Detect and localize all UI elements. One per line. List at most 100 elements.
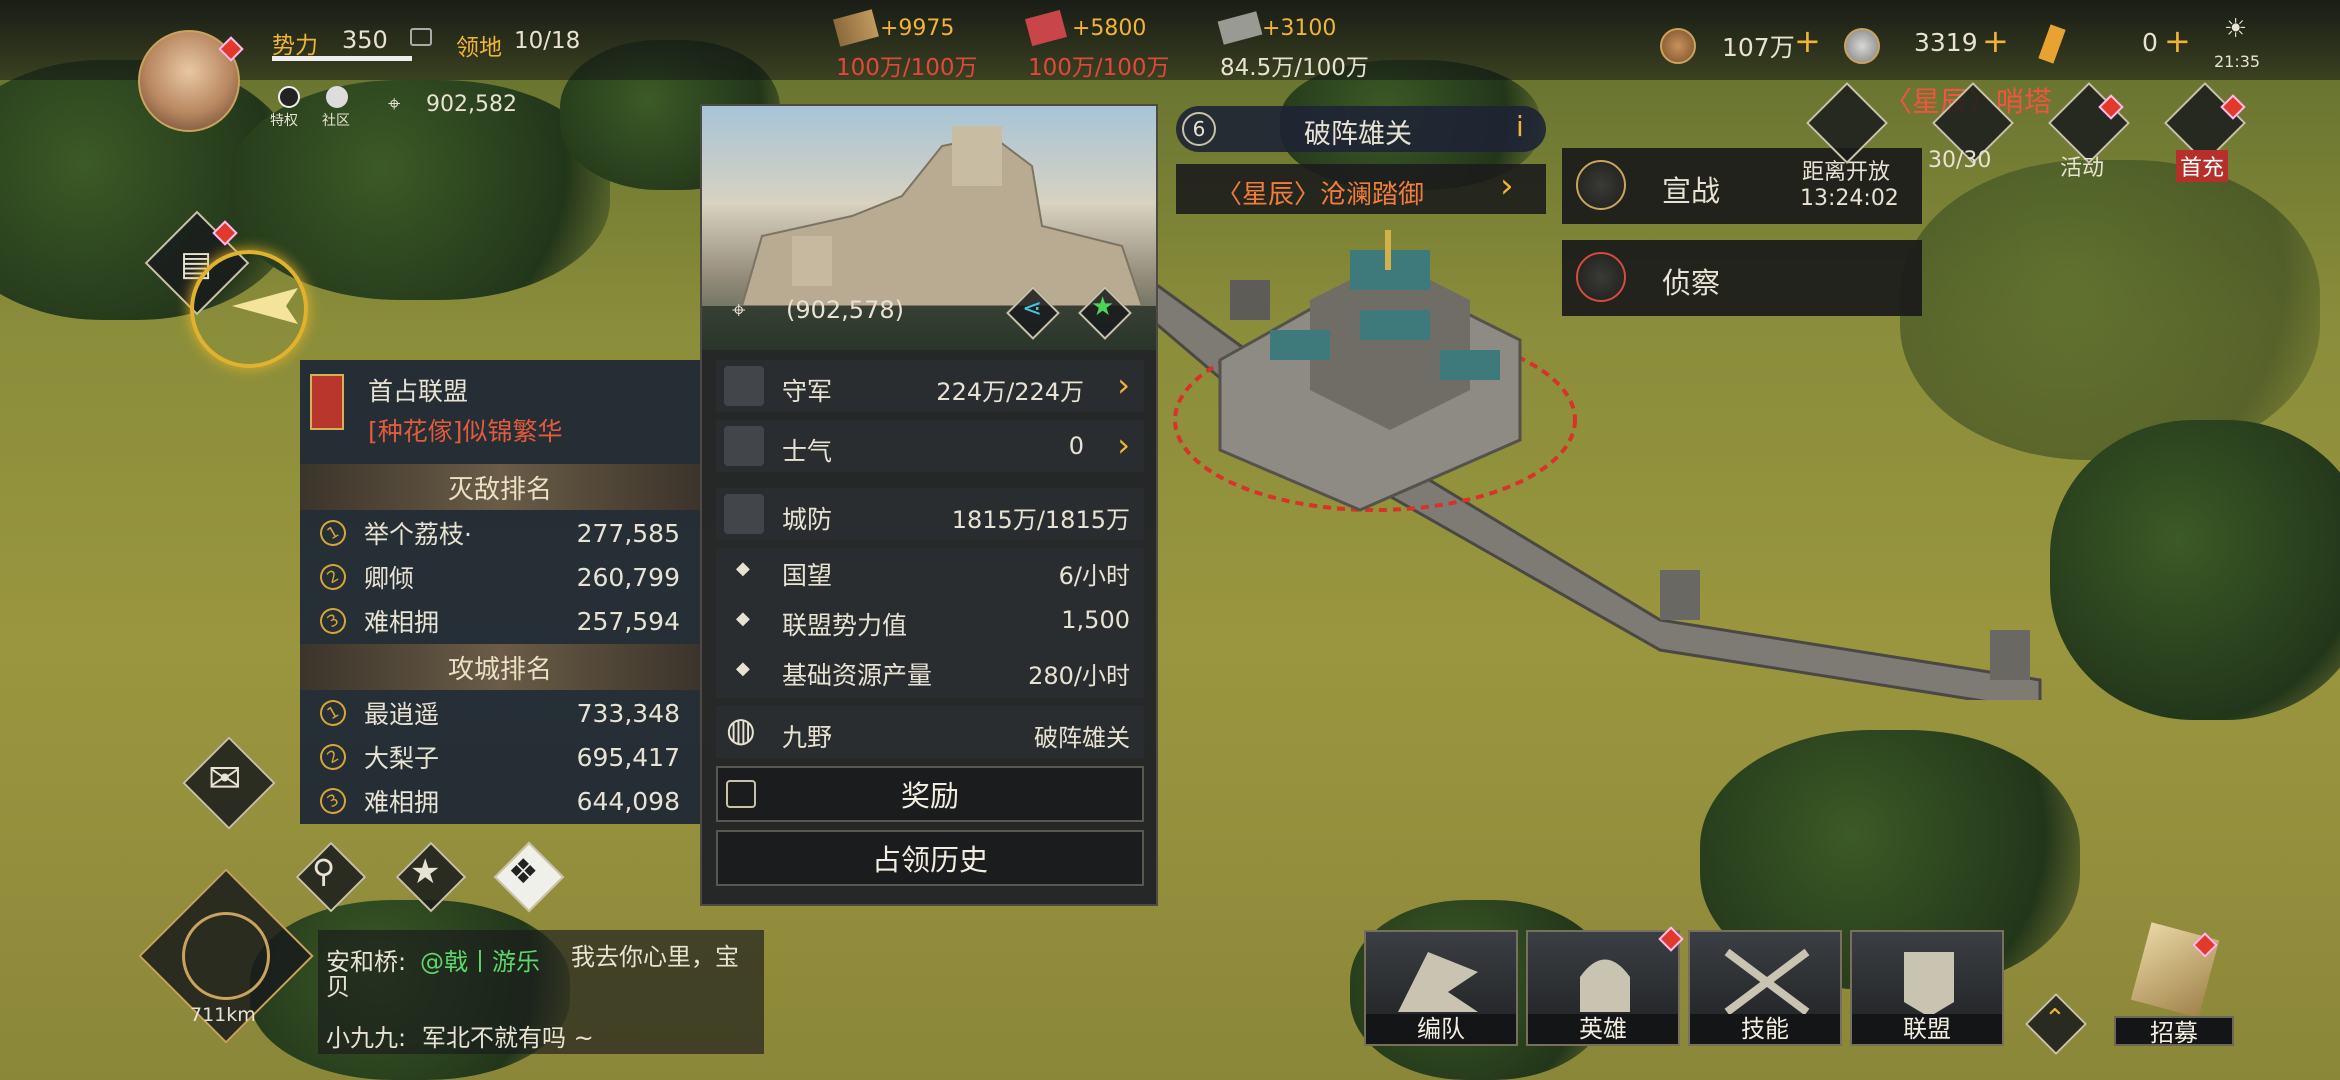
- defense-value: 1815万/1815万: [951, 506, 1130, 534]
- silver-coin-icon: [1844, 28, 1880, 64]
- hero-helmet-icon: [1580, 959, 1630, 1012]
- player-coords[interactable]: 902,582: [426, 92, 517, 117]
- siege-rank-row[interactable]: 1 最逍遥 733,348: [300, 692, 700, 734]
- spyglass-icon: [1576, 252, 1626, 302]
- city-level: 6: [1182, 112, 1216, 146]
- morale-value: 0: [1068, 432, 1084, 460]
- compass-icon: [182, 912, 270, 1000]
- siege-ranking-title: 攻城排名: [447, 654, 552, 685]
- power-value: 350: [342, 26, 388, 54]
- privilege-icon[interactable]: [278, 86, 300, 108]
- heroes-button[interactable]: 英雄: [1526, 930, 1680, 1046]
- reward-button[interactable]: 奖励: [716, 766, 1144, 822]
- rank-name: 举个荔枝·: [364, 520, 472, 549]
- rank-number: 3: [315, 603, 351, 639]
- siege-rank-row[interactable]: 2 大梨子 695,417: [300, 736, 700, 778]
- grid-icon: ❖: [508, 852, 539, 892]
- add-copper-button[interactable]: +: [1794, 22, 1821, 60]
- jade-value: 0: [2142, 28, 2158, 57]
- rank-number: 1: [315, 695, 351, 731]
- defense-label: 城防: [782, 505, 833, 534]
- ranking-panel: 首占联盟 [种花傢]似锦繁华 灭敌排名 1 举个荔枝· 277,585 2 卿倾 260…: [300, 360, 700, 824]
- flame-icon: [724, 426, 764, 466]
- base-output-value: 280/小时: [1028, 662, 1130, 690]
- fortification-icon: [724, 494, 764, 534]
- privilege-label: 特权: [270, 113, 298, 129]
- alliance-power-label: 联盟势力值: [782, 611, 908, 640]
- power-label: 势力: [272, 33, 318, 59]
- declare-war-button[interactable]: 宣战 距离开放 13:24:02: [1562, 148, 1922, 224]
- community-icon[interactable]: [326, 86, 348, 108]
- power-detail-icon[interactable]: [410, 28, 432, 46]
- chevron-up-icon: ⌃: [2044, 1004, 2066, 1034]
- morale-label: 士气: [782, 437, 833, 466]
- chevron-right-icon: ›: [1500, 166, 1514, 206]
- chevron-right-icon: ›: [1117, 366, 1130, 404]
- occupier-name[interactable]: [种花傢]似锦繁华: [368, 412, 563, 448]
- copper-value: 107万: [1722, 33, 1795, 62]
- reward-label: 奖励: [900, 779, 959, 813]
- rank-number: 2: [315, 739, 351, 775]
- declare-war-label: 宣战: [1662, 174, 1721, 208]
- stone-amount[interactable]: 84.5万/100万: [1220, 48, 1369, 82]
- bullet-icon: ◆: [736, 658, 750, 679]
- rank-number: 3: [315, 783, 351, 819]
- siege-rank-row[interactable]: 3 难相拥 644,098: [300, 780, 700, 822]
- chat-box[interactable]: 安和桥: @戟丨游乐 我去你心里，宝贝 小九九: 军北不就有吗 ~: [318, 930, 764, 1054]
- rank-name: 卿倾: [364, 564, 415, 593]
- scout-button[interactable]: 侦察: [1562, 240, 1922, 316]
- star-icon: ★: [410, 852, 441, 892]
- rank-value: 695,417: [576, 742, 680, 772]
- kill-rank-row[interactable]: 1 举个荔枝· 277,585: [300, 512, 700, 554]
- add-silver-button[interactable]: +: [1982, 22, 2009, 60]
- activity-label: 活动: [2060, 156, 2105, 181]
- rank-value: 277,585: [576, 518, 680, 548]
- rank-number: 2: [315, 559, 351, 595]
- sun-icon: ☀: [2224, 14, 2248, 44]
- city-alliance-bar[interactable]: 〈星辰〉沧澜踏御 ›: [1176, 164, 1546, 214]
- info-icon[interactable]: ⅰ: [1516, 110, 1524, 143]
- power-bar: [272, 56, 412, 61]
- wood-gain: +9975: [880, 16, 955, 41]
- stone-gain: +3100: [1262, 16, 1337, 41]
- formation-icon: [1398, 952, 1478, 1012]
- region-label: 九野: [782, 723, 833, 752]
- rank-value: 260,799: [576, 562, 680, 592]
- garrison-value: 224万/224万: [936, 378, 1084, 406]
- kill-ranking-header: 灭敌排名: [300, 464, 700, 510]
- wood-amount[interactable]: 100万/100万: [836, 48, 978, 82]
- formation-button[interactable]: 编队: [1364, 930, 1518, 1046]
- skills-button[interactable]: 技能: [1688, 930, 1842, 1046]
- bullet-icon: ◆: [736, 558, 750, 579]
- garrison-row[interactable]: 守军 224万/224万 ›: [716, 360, 1144, 412]
- guide-arrow-icon: [232, 288, 298, 324]
- occupation-history-button[interactable]: 占领历史: [716, 830, 1144, 886]
- add-jade-button[interactable]: +: [2164, 22, 2191, 60]
- city-name-bar: 6 破阵雄关 ⅰ: [1176, 106, 1546, 152]
- rank-value: 644,098: [576, 786, 680, 816]
- occupier-label: 首占联盟: [368, 377, 469, 406]
- rank-number: 1: [315, 515, 351, 551]
- morale-row[interactable]: 士气 0 ›: [716, 420, 1144, 472]
- recruit-button[interactable]: 招募: [2114, 922, 2234, 1047]
- star-icon: ★: [1091, 292, 1115, 322]
- kill-rank-row[interactable]: 2 卿倾 260,799: [300, 556, 700, 598]
- city-defense-row: 城防 1815万/1815万: [716, 488, 1144, 540]
- city-alliance-tag: 〈星辰〉沧澜踏御: [1216, 180, 1425, 210]
- kill-rank-row[interactable]: 3 难相拥 257,594: [300, 600, 700, 642]
- search-icon: ⚲: [312, 852, 336, 890]
- iron-gain: +5800: [1072, 16, 1147, 41]
- silver-value: 3319: [1914, 28, 1978, 57]
- alliance-banner-icon: [310, 374, 344, 430]
- iron-amount[interactable]: 100万/100万: [1028, 48, 1170, 82]
- bullet-icon: ◆: [736, 608, 750, 629]
- fortress-city[interactable]: [1160, 230, 1580, 530]
- chat-message: 军北不就有吗 ~: [422, 1024, 594, 1052]
- city-coords[interactable]: (902,578): [786, 296, 904, 324]
- chest-icon: [726, 780, 756, 808]
- alliance-power-value: 1,500: [1061, 606, 1130, 634]
- garrison-label: 守军: [782, 377, 833, 406]
- alliance-button[interactable]: 联盟: [1850, 930, 2004, 1046]
- kill-ranking-title: 灭敌排名: [447, 474, 552, 505]
- location-pin-icon: ⌖: [732, 296, 746, 324]
